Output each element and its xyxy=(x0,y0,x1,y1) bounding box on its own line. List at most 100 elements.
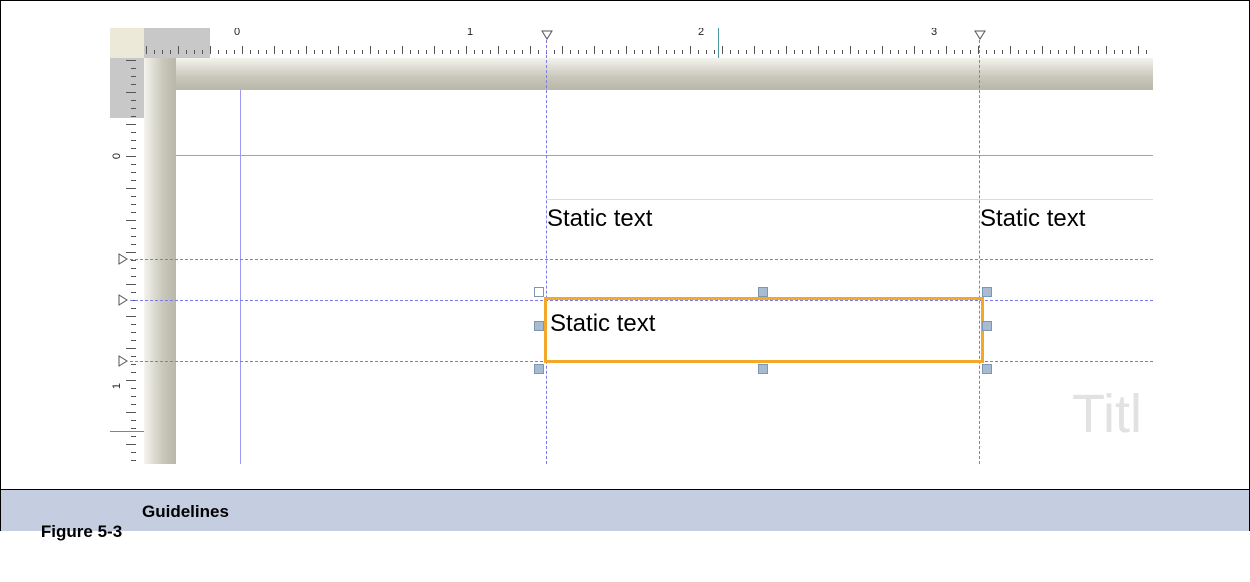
ruler-tick xyxy=(322,50,323,54)
selection-handle-icon[interactable] xyxy=(982,287,992,297)
ruler-tick xyxy=(786,46,787,54)
ruler-tick xyxy=(554,50,555,54)
design-canvas[interactable] xyxy=(176,90,1153,464)
ruler-tick xyxy=(762,50,763,54)
static-text-item[interactable]: Static text xyxy=(547,205,652,233)
guide-marker-icon[interactable] xyxy=(541,30,553,40)
selection-handle-icon[interactable] xyxy=(758,364,768,374)
ruler-tick xyxy=(474,50,475,54)
ruler-tick xyxy=(131,372,136,373)
guideline-vertical[interactable] xyxy=(546,40,547,464)
ruler-tick xyxy=(234,50,235,54)
ruler-tick xyxy=(866,50,867,54)
ruler-tick xyxy=(354,50,355,54)
ruler-tick xyxy=(202,50,203,54)
ruler-tick xyxy=(126,220,136,221)
ruler-tick xyxy=(714,50,715,54)
selection-handle-icon[interactable] xyxy=(982,364,992,374)
ruler-tick xyxy=(922,50,923,54)
ruler-tick xyxy=(802,50,803,54)
ruler-tick xyxy=(1138,46,1139,54)
ruler-tick xyxy=(250,50,251,54)
ruler-tick xyxy=(131,244,136,245)
ruler-tick xyxy=(634,50,635,54)
ruler-tick xyxy=(131,100,136,101)
ruler-tick xyxy=(131,420,136,421)
ruler-tick xyxy=(738,50,739,54)
ruler-tick xyxy=(126,188,136,189)
ruler-tick xyxy=(914,46,915,54)
ruler-tick xyxy=(1018,50,1019,54)
ruler-tick xyxy=(1026,50,1027,54)
ruler-tick xyxy=(131,364,136,365)
ruler-tick xyxy=(126,92,136,93)
ruler-tick xyxy=(218,50,219,54)
ruler-tick xyxy=(131,428,136,429)
ruler-tick xyxy=(178,46,179,54)
ruler-tick xyxy=(131,308,136,309)
ruler-tick xyxy=(131,396,136,397)
ruler-tick xyxy=(834,50,835,54)
ruler-tick xyxy=(746,50,747,54)
ruler-tick xyxy=(131,132,136,133)
selection-handle-icon[interactable] xyxy=(534,287,544,297)
ruler-tick xyxy=(170,50,171,54)
selection-handle-icon[interactable] xyxy=(758,287,768,297)
guide-marker-icon[interactable] xyxy=(118,253,128,265)
ruler-tick xyxy=(722,46,723,54)
ruler-tick xyxy=(594,46,595,54)
guide-marker-icon[interactable] xyxy=(974,30,986,40)
band-separator xyxy=(547,199,1153,200)
ruler-tick xyxy=(506,50,507,54)
guideline-horizontal[interactable] xyxy=(130,259,1153,260)
ruler-tick xyxy=(682,50,683,54)
ruler-tick xyxy=(131,332,136,333)
vertical-ruler[interactable]: 0 1 xyxy=(110,58,144,464)
ruler-tick xyxy=(482,50,483,54)
margin-guide-horizontal xyxy=(176,155,1153,156)
ruler-tick xyxy=(490,50,491,54)
horizontal-ruler-label-3: 3 xyxy=(931,28,938,38)
ruler-tick xyxy=(426,50,427,54)
ruler-tick xyxy=(402,46,403,54)
guide-marker-icon[interactable] xyxy=(118,294,128,306)
static-text-item[interactable]: Static text xyxy=(980,205,1085,233)
ruler-tick xyxy=(1146,50,1147,54)
ruler-tick xyxy=(378,50,379,54)
selection-handle-icon[interactable] xyxy=(534,364,544,374)
selected-static-text[interactable]: Static text xyxy=(550,310,655,338)
figure-caption-bar: Figure 5-3 Guidelines xyxy=(1,489,1249,541)
ruler-tick xyxy=(626,46,627,54)
selection-handle-icon[interactable] xyxy=(534,321,544,331)
vertical-ruler-label-0: 0 xyxy=(111,152,124,160)
ruler-tick xyxy=(370,46,371,54)
ruler-tick xyxy=(131,292,136,293)
ruler-tick xyxy=(882,46,883,54)
ruler-tick xyxy=(131,212,136,213)
page-border-top xyxy=(144,58,1153,90)
ruler-tick xyxy=(131,436,136,437)
ruler-tick xyxy=(1058,50,1059,54)
ruler-tick xyxy=(466,46,467,54)
horizontal-ruler-label-1: 1 xyxy=(467,28,474,38)
ruler-corner xyxy=(110,28,144,58)
horizontal-ruler[interactable]: 0 1 2 3 xyxy=(144,28,1153,58)
ruler-tick xyxy=(126,380,136,381)
ruler-tick xyxy=(498,46,499,54)
ruler-tick xyxy=(131,180,136,181)
ruler-tick xyxy=(386,50,387,54)
ruler-tick xyxy=(706,50,707,54)
ruler-tick xyxy=(131,116,136,117)
ruler-tick xyxy=(754,46,755,54)
ruler-tick xyxy=(131,268,136,269)
report-title-placeholder[interactable]: Titl xyxy=(1072,383,1142,445)
ruler-tick xyxy=(1114,50,1115,54)
ruler-tick xyxy=(674,50,675,54)
ruler-tick xyxy=(538,50,539,54)
ruler-tick xyxy=(730,50,731,54)
selection-handle-icon[interactable] xyxy=(982,321,992,331)
ruler-tick xyxy=(602,50,603,54)
guide-marker-icon[interactable] xyxy=(118,355,128,367)
ruler-tick xyxy=(938,50,939,54)
guideline-vertical[interactable] xyxy=(979,40,980,464)
